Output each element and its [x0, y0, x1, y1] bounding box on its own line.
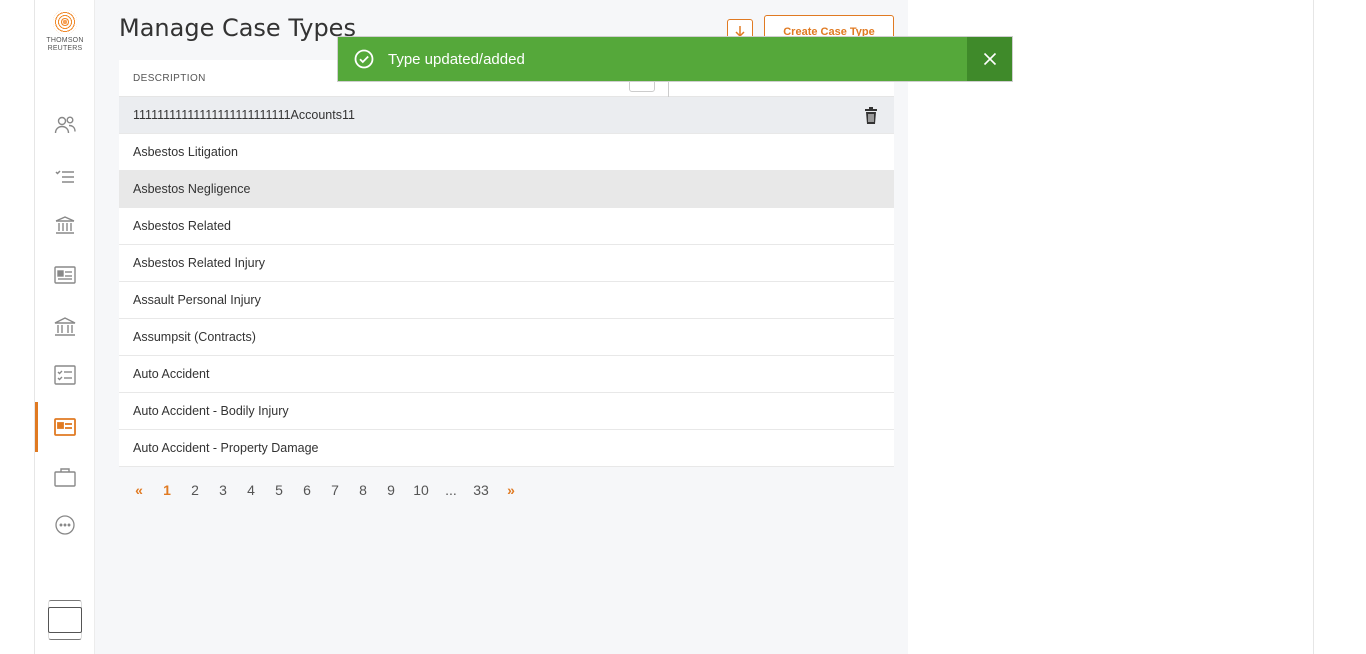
sidebar-item-courthouse[interactable] — [35, 200, 95, 250]
logo-text-line1: THOMSON — [46, 37, 84, 44]
close-icon — [983, 52, 996, 66]
toast-close-button[interactable] — [967, 37, 1012, 81]
pagination-page-3[interactable]: 3 — [209, 482, 237, 498]
table-row[interactable]: 11111111111111111111111111Accounts11 — [119, 97, 894, 134]
row-description: Assault Personal Injury — [133, 293, 261, 307]
success-toast: Type updated/added — [337, 36, 1013, 82]
page-title: Manage Case Types — [119, 14, 356, 42]
sidebar-item-contacts[interactable] — [35, 250, 95, 300]
column-header-description[interactable]: DESCRIPTION — [133, 73, 206, 84]
pagination-page-9[interactable]: 9 — [377, 482, 405, 498]
checklist-icon — [55, 170, 74, 183]
bank-icon — [54, 317, 76, 336]
task-list-icon — [54, 365, 76, 385]
pagination-page-8[interactable]: 8 — [349, 482, 377, 498]
pagination: « 1 2 3 4 5 6 7 8 9 10 ... 33 » — [125, 482, 525, 498]
table-row[interactable]: Auto Accident — [119, 356, 894, 393]
table-row[interactable]: Asbestos Related — [119, 208, 894, 245]
pagination-ellipsis: ... — [445, 482, 457, 498]
table-row[interactable]: Auto Accident - Property Damage — [119, 430, 894, 467]
row-description: 11111111111111111111111111Accounts11 — [133, 108, 355, 122]
pagination-page-5[interactable]: 5 — [265, 482, 293, 498]
sidebar-item-tasks[interactable] — [35, 350, 95, 400]
pagination-page-4[interactable]: 4 — [237, 482, 265, 498]
row-description: Auto Accident - Bodily Injury — [133, 404, 289, 418]
row-description: Asbestos Related Injury — [133, 256, 266, 270]
user-avatar-box[interactable] — [48, 600, 82, 640]
main-panel: Manage Case Types Create Case Type DESCR… — [95, 0, 908, 654]
table-row[interactable]: Asbestos Litigation — [119, 134, 894, 171]
logo-mark-icon — [53, 10, 77, 34]
courthouse-icon — [55, 216, 75, 234]
row-description: Auto Accident - Property Damage — [133, 441, 319, 455]
success-check-icon — [354, 49, 374, 69]
pagination-page-6[interactable]: 6 — [293, 482, 321, 498]
people-icon — [54, 116, 76, 134]
case-type-icon — [54, 418, 76, 436]
sidebar-item-more[interactable] — [35, 500, 95, 550]
id-card-icon — [54, 266, 76, 284]
sidebar-item-checklist[interactable] — [35, 152, 95, 202]
more-icon — [55, 515, 75, 535]
case-types-table: DESCRIPTION 11111111111111111111111111Ac… — [119, 60, 894, 467]
pagination-next[interactable]: » — [497, 482, 525, 498]
table-row[interactable]: Assault Personal Injury — [119, 282, 894, 319]
table-row[interactable]: Auto Accident - Bodily Injury — [119, 393, 894, 430]
table-row[interactable]: Asbestos Negligence — [119, 171, 894, 208]
table-row[interactable]: Assumpsit (Contracts) — [119, 319, 894, 356]
thomson-reuters-logo: THOMSON REUTERS — [44, 10, 86, 53]
row-description: Asbestos Related — [133, 219, 231, 233]
logo-text-line2: REUTERS — [47, 45, 83, 52]
row-description: Auto Accident — [133, 367, 210, 381]
trash-icon[interactable] — [864, 107, 878, 124]
sidebar: THOMSON REUTERS — [35, 0, 95, 654]
row-description: Asbestos Litigation — [133, 145, 238, 159]
row-description: Assumpsit (Contracts) — [133, 330, 256, 344]
sidebar-item-people[interactable] — [35, 100, 95, 150]
toast-message: Type updated/added — [388, 50, 525, 68]
pagination-page-1[interactable]: 1 — [153, 482, 181, 498]
sidebar-item-bank[interactable] — [35, 302, 95, 352]
pagination-page-7[interactable]: 7 — [321, 482, 349, 498]
pagination-page-10[interactable]: 10 — [405, 482, 437, 498]
table-row[interactable]: Asbestos Related Injury — [119, 245, 894, 282]
pagination-prev[interactable]: « — [125, 482, 153, 498]
briefcase-icon — [54, 468, 76, 487]
row-description: Asbestos Negligence — [133, 182, 251, 196]
pagination-page-2[interactable]: 2 — [181, 482, 209, 498]
pagination-page-33[interactable]: 33 — [465, 482, 497, 498]
sidebar-item-matters[interactable] — [35, 452, 95, 502]
sidebar-item-case-types[interactable] — [35, 402, 95, 452]
